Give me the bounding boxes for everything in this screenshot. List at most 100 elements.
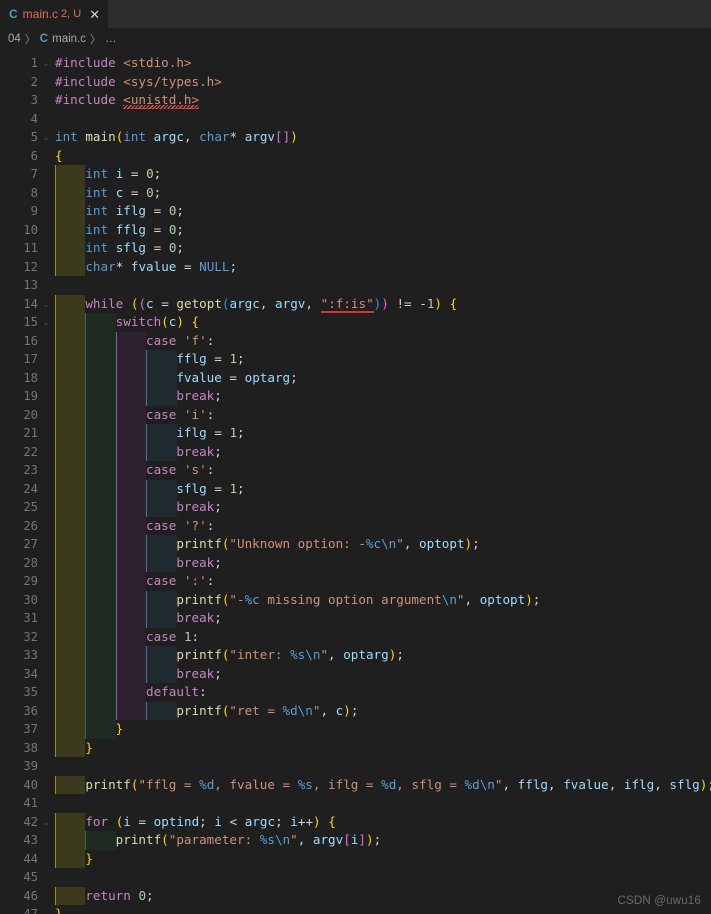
- code-text: printf("fflg = %d, fvalue = %s, iflg = %…: [85, 776, 711, 792]
- chevron-down-icon[interactable]: ⌄: [41, 54, 51, 73]
- code-line[interactable]: 24 sflg = 1;: [0, 479, 711, 498]
- code-line[interactable]: 45: [0, 868, 711, 887]
- code-text: break;: [176, 443, 222, 459]
- code-line[interactable]: 3 #include <unistd.h>: [0, 91, 711, 110]
- line-number: 6: [30, 148, 38, 163]
- code-text: int fflg = 0;: [85, 221, 184, 237]
- watermark: CSDN @uwu16: [617, 895, 701, 907]
- line-number: 12: [23, 259, 38, 274]
- code-line[interactable]: 44 }: [0, 849, 711, 868]
- line-number: 1: [30, 56, 38, 70]
- code-line[interactable]: 17 fflg = 1;: [0, 350, 711, 369]
- code-line[interactable]: 4: [0, 110, 711, 129]
- code-line[interactable]: 22 break;: [0, 442, 711, 461]
- code-editor[interactable]: 1 ⌄ #include <stdio.h> 2 #include <sys/types…: [0, 50, 711, 914]
- code-text: break;: [176, 610, 222, 625]
- code-text: case 'i':: [146, 406, 215, 422]
- line-number: 10: [23, 222, 38, 237]
- code-text: }: [115, 721, 124, 736]
- chevron-down-icon[interactable]: ⌄: [41, 313, 51, 332]
- code-text: printf("Unknown option: -%c\n", optopt);: [176, 536, 480, 551]
- code-text: return 0;: [85, 887, 154, 903]
- line-number: 4: [30, 111, 38, 126]
- chevron-right-icon: 〉: [89, 34, 101, 46]
- code-text: while ((c = getopt(argc, argv, ":f:is"))…: [85, 295, 458, 313]
- breadcrumb-file[interactable]: main.c: [52, 33, 86, 45]
- code-line[interactable]: 33 printf("inter: %s\n", optarg);: [0, 646, 711, 665]
- annotation-underline: [321, 310, 375, 313]
- code-line[interactable]: 28 break;: [0, 553, 711, 572]
- code-line[interactable]: 31 break;: [0, 609, 711, 628]
- error-squiggle: [123, 105, 200, 109]
- code-line[interactable]: 40 printf("fflg = %d, fvalue = %s, iflg …: [0, 775, 711, 794]
- code-line[interactable]: 39: [0, 757, 711, 776]
- line-number: 29: [23, 574, 38, 588]
- breadcrumb-folder[interactable]: 04: [8, 33, 21, 45]
- code-line[interactable]: 46 return 0;: [0, 886, 711, 905]
- code-line[interactable]: 7 int i = 0;: [0, 165, 711, 184]
- chevron-down-icon[interactable]: ⌄: [41, 128, 51, 147]
- code-lines-container[interactable]: 1 ⌄ #include <stdio.h> 2 #include <sys/types…: [0, 50, 711, 914]
- code-text: case 'f':: [146, 332, 215, 348]
- code-line[interactable]: 2 #include <sys/types.h>: [0, 73, 711, 92]
- line-number: 31: [23, 611, 38, 625]
- code-line[interactable]: 32 case 1:: [0, 627, 711, 646]
- code-line[interactable]: 5 ⌄ int main(int argc, char* argv[]): [0, 128, 711, 147]
- line-number: 23: [23, 463, 38, 477]
- code-text: case ':':: [146, 573, 215, 588]
- code-text: break;: [176, 499, 222, 514]
- code-line[interactable]: 11 int sflg = 0;: [0, 239, 711, 258]
- code-line[interactable]: 23 case 's':: [0, 461, 711, 480]
- code-line[interactable]: 43 printf("parameter: %s\n", argv[i]);: [0, 831, 711, 850]
- code-text: #include <sys/types.h>: [55, 73, 222, 89]
- code-line[interactable]: 10 int fflg = 0;: [0, 220, 711, 239]
- code-line[interactable]: 25 break;: [0, 498, 711, 517]
- code-line[interactable]: 1 ⌄ #include <stdio.h>: [0, 54, 711, 73]
- code-text: int c = 0;: [85, 184, 162, 200]
- code-line[interactable]: 21 iflg = 1;: [0, 424, 711, 443]
- line-number: 25: [23, 500, 38, 514]
- editor-tab-main-c[interactable]: C main.c 2, U ✕: [0, 0, 109, 28]
- code-line[interactable]: 8 int c = 0;: [0, 183, 711, 202]
- line-number: 19: [23, 389, 38, 403]
- code-line[interactable]: 13: [0, 276, 711, 295]
- line-number: 37: [23, 722, 38, 736]
- code-line[interactable]: 18 fvalue = optarg;: [0, 368, 711, 387]
- code-line[interactable]: 37 }: [0, 720, 711, 739]
- code-line[interactable]: 41: [0, 794, 711, 813]
- line-number: 8: [30, 185, 38, 200]
- code-line[interactable]: 34 break;: [0, 664, 711, 683]
- code-line[interactable]: 16 case 'f':: [0, 331, 711, 350]
- line-number: 11: [23, 241, 38, 255]
- line-number: 27: [23, 537, 38, 551]
- line-number: 47: [23, 907, 38, 914]
- close-icon[interactable]: ✕: [89, 8, 100, 21]
- code-line[interactable]: 14 ⌄ while ((c = getopt(argc, argv, ":f:i…: [0, 294, 711, 314]
- chevron-down-icon[interactable]: ⌄: [41, 295, 51, 314]
- code-line[interactable]: 12 char* fvalue = NULL;: [0, 257, 711, 276]
- line-number: 38: [23, 740, 38, 755]
- code-line[interactable]: 38 }: [0, 738, 711, 757]
- breadcrumb-symbol-placeholder[interactable]: …: [105, 33, 117, 45]
- code-text: break;: [176, 388, 222, 403]
- code-line[interactable]: 27 printf("Unknown option: -%c\n", optop…: [0, 535, 711, 554]
- code-line[interactable]: 29 case ':':: [0, 572, 711, 591]
- code-line[interactable]: 42 ⌄ for (i = optind; i < argc; i++) {: [0, 812, 711, 832]
- code-text: {: [55, 147, 63, 163]
- chevron-down-icon[interactable]: ⌄: [41, 813, 51, 832]
- code-line[interactable]: 47}: [0, 905, 711, 914]
- code-line[interactable]: 36 printf("ret = %d\n", c);: [0, 701, 711, 720]
- line-number: 14: [23, 296, 38, 311]
- code-line[interactable]: 15 ⌄ switch(c) {: [0, 313, 711, 332]
- code-text: printf("ret = %d\n", c);: [176, 702, 359, 718]
- code-line[interactable]: 26 case '?':: [0, 516, 711, 535]
- code-line[interactable]: 19 break;: [0, 387, 711, 406]
- line-number: 42: [23, 814, 38, 829]
- code-text: case '?':: [146, 517, 215, 533]
- code-line[interactable]: 6{: [0, 147, 711, 166]
- code-line[interactable]: 20 case 'i':: [0, 405, 711, 424]
- code-line[interactable]: 35 default:: [0, 683, 711, 702]
- code-line[interactable]: 30 printf("-%c missing option argument\n…: [0, 590, 711, 609]
- code-line[interactable]: 9 int iflg = 0;: [0, 202, 711, 221]
- breadcrumb: 04 〉 C main.c 〉 …: [0, 28, 711, 50]
